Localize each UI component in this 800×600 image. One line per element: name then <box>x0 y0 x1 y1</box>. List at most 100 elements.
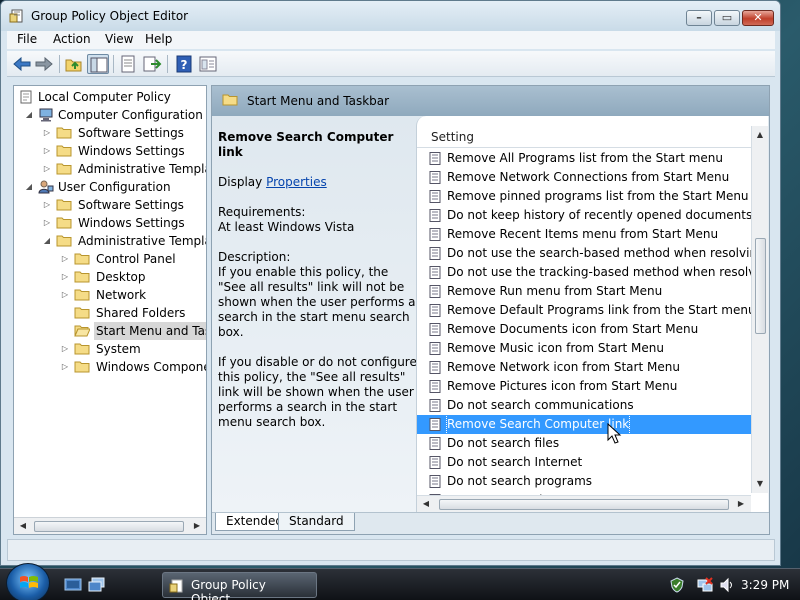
settings-list: Setting Remove All Programs list from th… <box>416 116 768 513</box>
setting-row[interactable]: Do not keep history of recently opened d… <box>417 206 751 225</box>
expand-arrow-icon[interactable]: ▷ <box>42 160 52 178</box>
setting-row[interactable]: Remove Pictures icon from Start Menu <box>417 377 751 396</box>
security-shield-icon[interactable] <box>669 577 685 593</box>
expand-arrow-icon[interactable]: ▷ <box>60 286 70 304</box>
setting-row[interactable]: Remove Network Connections from Start Me… <box>417 168 751 187</box>
setting-row-label: Remove pinned programs list from the Sta… <box>447 189 749 203</box>
extended-view-icon[interactable] <box>197 54 219 74</box>
setting-row[interactable]: Remove Run menu from Start Menu <box>417 282 751 301</box>
mouse-pointer-icon <box>607 423 622 444</box>
expand-arrow-icon[interactable]: ▷ <box>60 358 70 376</box>
properties-icon[interactable] <box>117 54 139 74</box>
list-column-header[interactable]: Setting <box>417 126 751 148</box>
switch-windows-icon[interactable] <box>88 577 106 593</box>
setting-row[interactable]: Remove Recent Items menu from Start Menu <box>417 225 751 244</box>
setting-row[interactable]: Do not use the tracking-based method whe… <box>417 263 751 282</box>
menu-action[interactable]: Action <box>49 32 95 46</box>
scrollbar-thumb[interactable] <box>34 521 184 532</box>
policy-setting-icon <box>429 361 441 374</box>
folder-icon <box>74 306 90 320</box>
setting-row[interactable]: Remove Default Programs link from the St… <box>417 301 751 320</box>
expand-arrow-icon[interactable]: ▷ <box>60 268 70 286</box>
setting-row[interactable]: Remove pinned programs list from the Sta… <box>417 187 751 206</box>
show-hide-tree-icon[interactable] <box>87 54 109 74</box>
show-desktop-icon[interactable] <box>64 577 82 593</box>
scroll-left-icon[interactable]: ◀ <box>420 498 432 510</box>
policy-setting-icon <box>429 304 441 317</box>
expand-arrow-icon[interactable]: ▷ <box>42 196 52 214</box>
close-button[interactable]: ✕ <box>742 10 774 26</box>
folder-icon <box>56 144 72 158</box>
network-disconnected-icon[interactable] <box>697 577 713 593</box>
folder-icon <box>74 288 90 302</box>
scroll-left-icon[interactable]: ◀ <box>17 520 29 532</box>
setting-row[interactable]: Do not search programs <box>417 472 751 491</box>
setting-row[interactable]: Do not search files <box>417 434 751 453</box>
folder-icon <box>56 198 72 212</box>
export-list-icon[interactable] <box>141 54 163 74</box>
details-pane: Start Menu and Taskbar Remove Search Com… <box>211 85 770 535</box>
help-icon[interactable]: ? <box>173 54 195 74</box>
maximize-button[interactable]: ▭ <box>714 10 740 26</box>
scrollbar-thumb[interactable] <box>439 499 729 510</box>
list-vertical-scrollbar[interactable]: ▲ ▼ <box>751 126 768 493</box>
scroll-right-icon[interactable]: ▶ <box>191 520 203 532</box>
taskbar-button-gpedit[interactable]: Group Policy Object... <box>162 572 317 600</box>
up-folder-icon[interactable] <box>63 54 85 74</box>
setting-row-label: Do not search Internet <box>447 455 583 469</box>
menu-help[interactable]: Help <box>141 32 176 46</box>
menu-view[interactable]: View <box>101 32 137 46</box>
setting-row-label: Do not search communications <box>447 398 634 412</box>
list-horizontal-scrollbar[interactable]: ◀ ▶ <box>417 495 751 512</box>
expand-arrow-icon[interactable]: ▷ <box>42 214 52 232</box>
properties-link[interactable]: Properties <box>266 175 327 189</box>
setting-row[interactable]: Do not search Internet <box>417 453 751 472</box>
setting-row-label: Do not use the search-based method when … <box>447 246 751 260</box>
policy-setting-icon <box>429 456 441 469</box>
menu-file[interactable]: File <box>13 32 41 46</box>
collapse-arrow-icon[interactable]: ◢ <box>42 232 52 250</box>
title-bar[interactable]: Group Policy Object Editor – ▭ ✕ <box>1 1 780 31</box>
setting-row-label: Remove Pictures icon from Start Menu <box>447 379 678 393</box>
tree-pane[interactable]: Local Computer Policy ◢ Computer Configu… <box>13 85 207 535</box>
gpedit-icon <box>9 8 25 24</box>
policy-setting-icon <box>429 266 441 279</box>
policy-description: Remove Search Computer link Display Prop… <box>218 130 418 445</box>
scroll-down-icon[interactable]: ▼ <box>754 478 766 490</box>
expand-arrow-icon[interactable]: ▷ <box>42 124 52 142</box>
computer-icon <box>38 108 54 122</box>
expand-arrow-icon[interactable]: ▷ <box>60 340 70 358</box>
collapse-arrow-icon[interactable]: ◢ <box>24 106 34 124</box>
minimize-button[interactable]: – <box>686 10 712 26</box>
expand-arrow-icon[interactable]: ▷ <box>42 142 52 160</box>
column-setting[interactable]: Setting <box>431 130 474 144</box>
requirements-label: Requirements: <box>218 205 306 219</box>
tree-horizontal-scrollbar[interactable]: ◀ ▶ <box>14 517 206 534</box>
policy-setting-icon <box>429 437 441 450</box>
setting-row[interactable]: Remove Network icon from Start Menu <box>417 358 751 377</box>
folder-icon <box>56 126 72 140</box>
expand-arrow-icon[interactable]: ▷ <box>60 250 70 268</box>
start-button[interactable] <box>6 563 50 600</box>
setting-row-label: Remove All Programs list from the Start … <box>447 151 723 165</box>
taskbar-clock[interactable]: 3:29 PM <box>741 578 789 592</box>
folder-icon <box>74 252 90 266</box>
scroll-up-icon[interactable]: ▲ <box>754 129 766 141</box>
setting-row[interactable]: Do not use the search-based method when … <box>417 244 751 263</box>
open-folder-icon <box>74 324 91 338</box>
back-icon[interactable] <box>11 54 33 74</box>
collapse-arrow-icon[interactable]: ◢ <box>24 178 34 196</box>
setting-row[interactable]: Remove All Programs list from the Start … <box>417 149 751 168</box>
tab-standard[interactable]: Standard <box>278 513 355 531</box>
setting-row[interactable]: Remove Music icon from Start Menu <box>417 339 751 358</box>
scrollbar-thumb[interactable] <box>755 238 766 334</box>
svg-text:?: ? <box>181 58 188 72</box>
setting-row[interactable]: Remove Search Computer link <box>417 415 751 434</box>
setting-row[interactable]: Do not search communications <box>417 396 751 415</box>
setting-row[interactable]: Remove Documents icon from Start Menu <box>417 320 751 339</box>
forward-icon[interactable] <box>33 54 55 74</box>
policy-setting-icon <box>429 342 441 355</box>
volume-icon[interactable] <box>719 577 735 593</box>
requirements-value: At least Windows Vista <box>218 220 355 234</box>
scroll-right-icon[interactable]: ▶ <box>735 498 747 510</box>
